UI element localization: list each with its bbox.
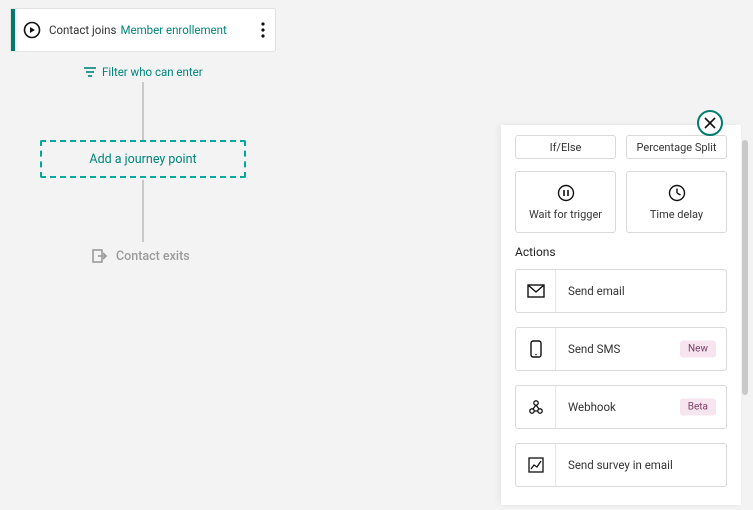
filter-label: Filter who can enter: [102, 65, 203, 79]
rule-wait-for-trigger[interactable]: Wait for trigger: [515, 171, 616, 233]
rule-time-delay[interactable]: Time delay: [626, 171, 727, 233]
webhook-icon: [516, 386, 556, 428]
clock-icon: [668, 184, 686, 202]
rule-label: If/Else: [550, 141, 582, 154]
beta-badge: Beta: [680, 399, 716, 416]
rule-percentage-split[interactable]: Percentage Split: [626, 135, 727, 159]
start-card[interactable]: Contact joins Member enrollement: [10, 8, 276, 52]
rule-label: Percentage Split: [637, 141, 717, 154]
panel-scrollbar[interactable]: [742, 140, 748, 395]
more-icon[interactable]: [251, 9, 275, 51]
rule-label: Time delay: [650, 208, 703, 221]
action-send-survey[interactable]: Send survey in email: [515, 443, 727, 487]
close-icon: [704, 117, 716, 129]
action-label: Send email: [556, 284, 726, 298]
pause-icon: [557, 184, 575, 202]
contact-exits: Contact exits: [92, 248, 190, 264]
phone-icon: [516, 328, 556, 370]
mail-icon: [516, 270, 556, 312]
start-text: Contact joins Member enrollement: [49, 23, 251, 37]
exit-label: Contact exits: [116, 249, 190, 264]
action-webhook[interactable]: Webhook Beta: [515, 385, 727, 429]
exit-icon: [92, 248, 108, 264]
segment-link[interactable]: Member enrollement: [120, 23, 226, 37]
survey-icon: [516, 444, 556, 486]
actions-section-title: Actions: [515, 245, 727, 259]
filter-link[interactable]: Filter who can enter: [84, 65, 203, 79]
new-badge: New: [680, 341, 716, 358]
filter-icon: [84, 67, 96, 77]
play-icon: [15, 9, 49, 51]
journey-point-panel: If/Else Percentage Split Wait for trigge…: [501, 125, 741, 505]
rule-if-else[interactable]: If/Else: [515, 135, 616, 159]
contact-joins-label: Contact joins: [49, 23, 116, 37]
connector-line: [142, 180, 144, 242]
close-panel-button[interactable]: [697, 110, 723, 136]
connector-line: [142, 82, 144, 140]
add-journey-point-button[interactable]: Add a journey point: [40, 140, 246, 178]
rule-label: Wait for trigger: [529, 208, 602, 221]
action-send-email[interactable]: Send email: [515, 269, 727, 313]
add-point-label: Add a journey point: [89, 152, 196, 167]
action-send-sms[interactable]: Send SMS New: [515, 327, 727, 371]
action-label: Send survey in email: [556, 458, 726, 472]
